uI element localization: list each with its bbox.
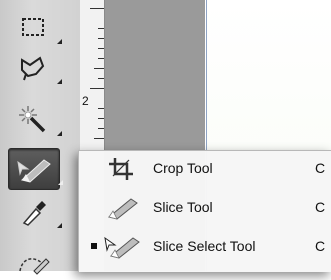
magic-wand-icon xyxy=(19,106,46,133)
ruler-tick xyxy=(98,118,104,119)
tool-group-indicator-icon xyxy=(57,223,62,228)
tool-group-indicator-icon xyxy=(57,79,62,84)
tools-panel xyxy=(0,0,81,275)
ruler-tick xyxy=(98,28,104,29)
eyedropper-icon xyxy=(22,201,46,226)
slice-tools-flyout-menu: Crop Tool C Slice Tool C Slice Select To… xyxy=(78,150,331,272)
slice-select-tool[interactable] xyxy=(8,148,63,190)
spot-healing-tool[interactable] xyxy=(8,240,58,280)
ruler-tick xyxy=(98,58,104,59)
menu-item-shortcut: C xyxy=(315,199,326,215)
menu-item-label: Crop Tool xyxy=(153,160,213,176)
tool-group-indicator-icon xyxy=(57,39,62,44)
ruler-tick xyxy=(98,48,104,49)
slice-select-tool-icon xyxy=(17,159,51,183)
lasso-icon xyxy=(21,56,45,81)
slice-select-icon xyxy=(104,236,140,259)
ruler-tick xyxy=(98,78,104,79)
menu-item-label: Slice Tool xyxy=(153,199,213,215)
menu-item-slice-select-tool[interactable]: Slice Select Tool C xyxy=(79,231,331,261)
eyedropper-tool[interactable] xyxy=(8,192,62,232)
menu-item-shortcut: C xyxy=(315,238,326,254)
ruler-tick xyxy=(98,38,104,39)
ruler-tick xyxy=(94,68,104,69)
selected-indicator-icon xyxy=(91,243,97,249)
menu-item-shortcut: C xyxy=(315,160,326,176)
menu-item-slice-tool[interactable]: Slice Tool C xyxy=(79,192,331,222)
ruler-tick xyxy=(94,138,104,139)
tool-group-indicator-icon xyxy=(58,180,63,185)
ruler-tick xyxy=(98,128,104,129)
magic-wand-tool[interactable] xyxy=(8,100,62,140)
lasso-tool[interactable] xyxy=(8,48,62,88)
ruler-tick xyxy=(98,108,104,109)
ruler-number: 2 xyxy=(82,94,89,108)
menu-item-label: Slice Select Tool xyxy=(153,238,256,254)
menu-item-crop-tool[interactable]: Crop Tool C xyxy=(79,153,331,183)
ruler-tick xyxy=(90,88,104,89)
crop-icon xyxy=(109,158,133,180)
rectangular-marquee-icon xyxy=(22,18,44,36)
tool-group-indicator-icon xyxy=(57,131,62,136)
slice-icon xyxy=(107,198,138,220)
rectangular-marquee-tool[interactable] xyxy=(8,8,62,48)
ruler-tick xyxy=(90,8,104,9)
